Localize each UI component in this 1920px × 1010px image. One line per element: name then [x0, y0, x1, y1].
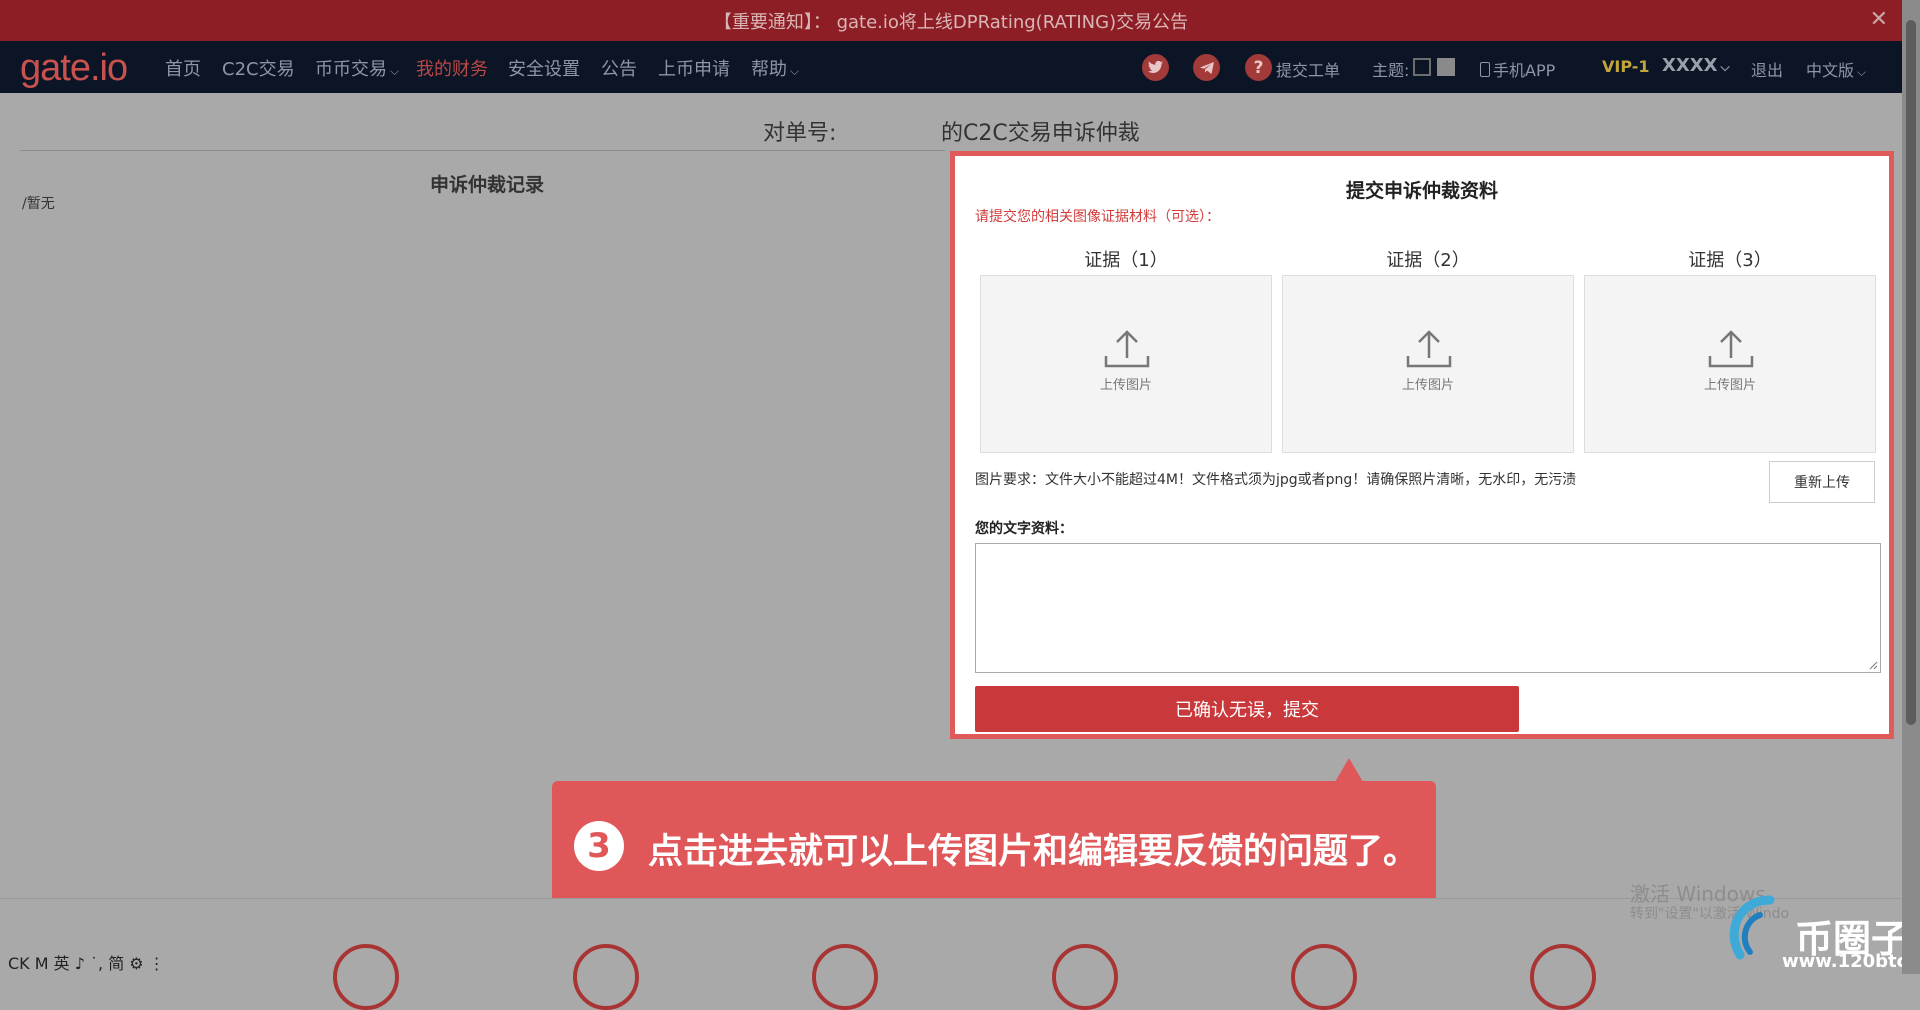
mail-circle-icon[interactable]: [1291, 944, 1357, 1010]
notice-bar[interactable]: 【重要通知】： gate.io将上线DPRating(RATING)交易公告 ✕: [0, 0, 1902, 41]
upload-label: 上传图片: [1703, 378, 1756, 393]
logo[interactable]: gate.io: [20, 47, 128, 90]
language-label: 中文版: [1806, 61, 1855, 80]
modal-subtitle: 请提交您的相关图像证据材料（可选）：: [975, 209, 1220, 225]
records-title: 申诉仲裁记录: [430, 174, 545, 196]
ticket-link[interactable]: 提交工单: [1276, 57, 1340, 81]
evidence-1-upload[interactable]: 上传图片: [980, 275, 1272, 453]
theme-light-toggle[interactable]: [1437, 58, 1455, 76]
page-title: 的C2C交易申诉仲裁: [941, 121, 1140, 146]
help-circle-icon[interactable]: [333, 944, 399, 1010]
order-label: 对单号:: [763, 121, 837, 146]
close-icon[interactable]: ✕: [1870, 7, 1888, 32]
modal-title: 提交申诉仲裁资料: [1345, 180, 1498, 202]
evidence-2-label: 证据（2）: [1386, 250, 1470, 271]
chevron-down-icon: ⌵: [390, 64, 400, 78]
upload-icon: [1104, 330, 1150, 368]
nav-c2c[interactable]: C2C交易: [222, 55, 295, 81]
nav-spot[interactable]: 币币交易 ⌵: [315, 55, 399, 81]
records-empty: /暂无: [22, 196, 55, 212]
vip-badge: VIP-1: [1602, 57, 1650, 76]
evidence-1-label: 证据（1）: [1084, 250, 1168, 271]
telegram-icon[interactable]: [1193, 54, 1220, 81]
text-material-input[interactable]: [975, 543, 1881, 673]
nav-help[interactable]: 帮助 ⌵: [751, 55, 799, 81]
resize-handle-icon[interactable]: [1869, 661, 1878, 670]
evidence-3-upload[interactable]: 上传图片: [1584, 275, 1876, 453]
nav-security[interactable]: 安全设置: [508, 55, 580, 81]
tutorial-callout: 3 点击进去就可以上传图片和编辑要反馈的问题了。: [552, 781, 1436, 910]
github-circle-icon[interactable]: [1530, 944, 1596, 1010]
instagram-circle-icon[interactable]: [1052, 944, 1118, 1010]
ime-toolbar[interactable]: CK M 英 ♪ ˙, 简 ⚙ ⋮: [8, 950, 165, 974]
upload-icon: [1406, 330, 1452, 368]
nav-announcements[interactable]: 公告: [601, 55, 637, 81]
mobile-app-label: 手机APP: [1493, 61, 1556, 80]
mobile-app-link[interactable]: 手机APP: [1480, 57, 1555, 81]
footer: [0, 898, 1902, 975]
question-icon[interactable]: ?: [1245, 54, 1272, 81]
callout-pointer: [1335, 758, 1363, 782]
callout-text: 点击进去就可以上传图片和编辑要反馈的问题了。: [648, 832, 1419, 872]
theme-dark-toggle[interactable]: [1413, 58, 1431, 76]
upload-label: 上传图片: [1401, 378, 1454, 393]
submit-button[interactable]: 已确认无误，提交: [975, 686, 1519, 732]
scrollbar-thumb[interactable]: [1906, 20, 1916, 725]
twitter-circle-icon[interactable]: [573, 944, 639, 1010]
twitter-icon[interactable]: [1142, 54, 1169, 81]
telegram-circle-icon[interactable]: [812, 944, 878, 1010]
top-navigation: gate.io 首页 C2C交易 币币交易 ⌵ 我的财务 安全设置 公告 上币申请…: [0, 41, 1902, 93]
nav-listing[interactable]: 上币申请: [658, 55, 730, 81]
phone-icon: [1480, 62, 1490, 77]
reupload-button[interactable]: 重新上传: [1769, 461, 1875, 503]
divider: [20, 150, 945, 151]
text-material-label: 您的文字资料：: [975, 521, 1073, 537]
nav-my-finance[interactable]: 我的财务: [416, 55, 488, 81]
logout-link[interactable]: 退出: [1751, 57, 1783, 81]
evidence-3-label: 证据（3）: [1688, 250, 1772, 271]
upload-icon: [1708, 330, 1754, 368]
image-requirements: 图片要求：文件大小不能超过4M！文件格式须为jpg或者png！请确保照片清晰，无…: [975, 472, 1577, 488]
user-name: XXXX: [1662, 55, 1718, 76]
chevron-down-icon: ⌵: [1720, 60, 1730, 74]
chevron-down-icon: ⌵: [1857, 65, 1867, 79]
user-menu[interactable]: XXXX ⌵: [1662, 55, 1730, 76]
nav-spot-label: 币币交易: [315, 59, 387, 80]
evidence-2-upload[interactable]: 上传图片: [1282, 275, 1574, 453]
step-number-badge: 3: [574, 821, 624, 871]
nav-home[interactable]: 首页: [165, 55, 201, 81]
upload-label: 上传图片: [1099, 378, 1152, 393]
watermark-url: www.120btc.com: [1782, 951, 1920, 972]
language-select[interactable]: 中文版 ⌵: [1806, 57, 1866, 81]
theme-label: 主题:: [1372, 61, 1410, 80]
chevron-down-icon: ⌵: [790, 64, 800, 78]
nav-help-label: 帮助: [751, 59, 787, 80]
watermark-logo-icon: [1729, 895, 1775, 960]
notice-text[interactable]: 【重要通知】： gate.io将上线DPRating(RATING)交易公告: [714, 8, 1188, 34]
appeal-modal: 提交申诉仲裁资料 请提交您的相关图像证据材料（可选）： 证据（1） 上传图片 证…: [950, 151, 1894, 739]
